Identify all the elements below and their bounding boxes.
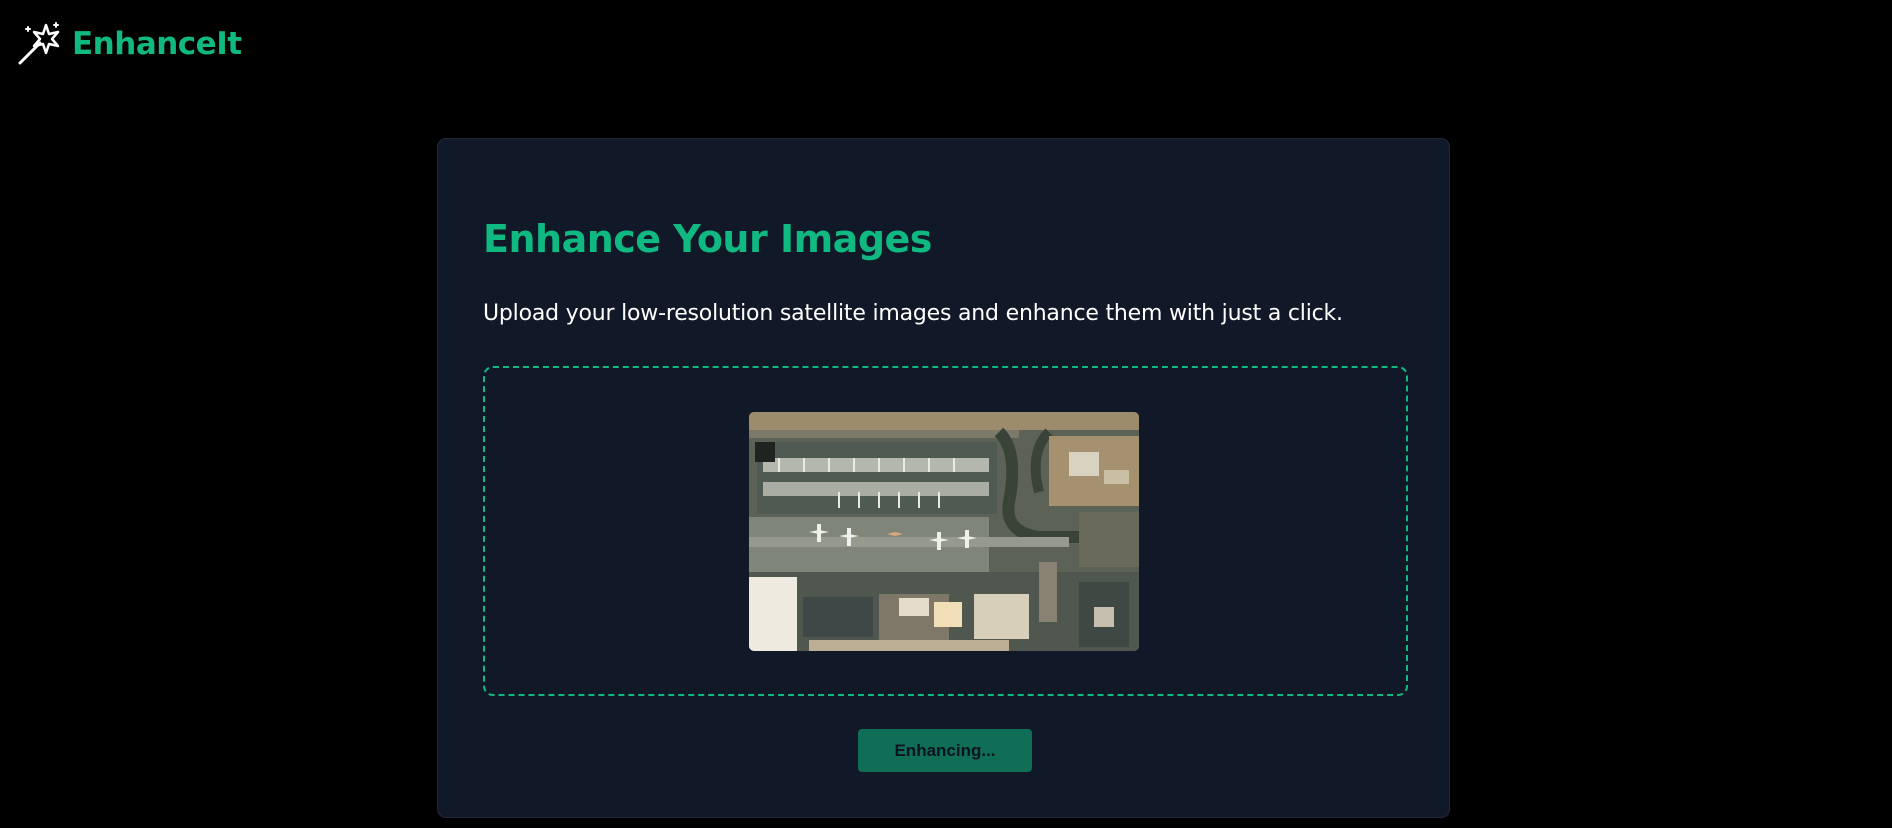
page-description: Upload your low-resolution satellite ima… — [483, 301, 1343, 326]
brand-name[interactable]: EnhanceIt — [72, 26, 242, 62]
enhance-button[interactable]: Enhancing... — [858, 729, 1032, 772]
magic-wand-icon — [16, 21, 62, 67]
app-header: EnhanceIt — [16, 20, 242, 68]
satellite-image — [749, 412, 1139, 651]
upload-dropzone[interactable] — [483, 366, 1408, 696]
page-title: Enhance Your Images — [483, 217, 932, 261]
enhance-card: Enhance Your Images Upload your low-reso… — [437, 138, 1450, 818]
uploaded-image-preview — [749, 412, 1139, 651]
